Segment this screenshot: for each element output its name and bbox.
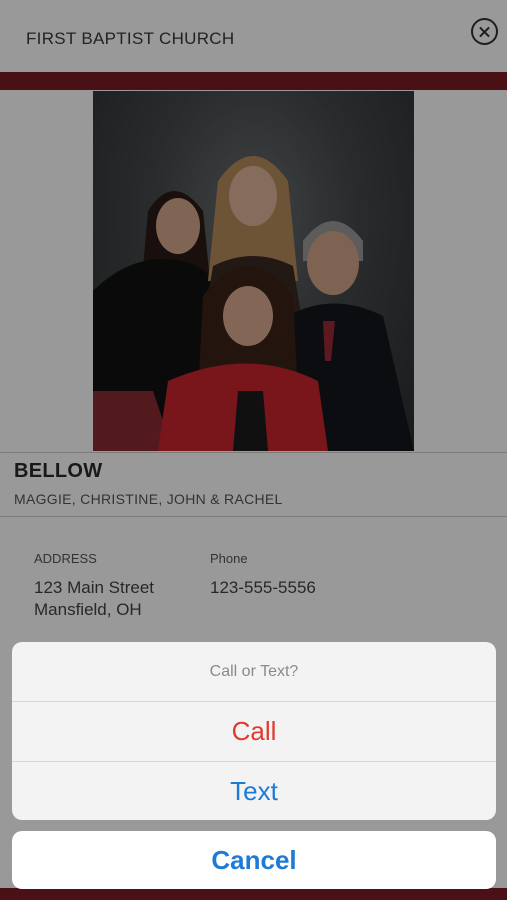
cancel-button[interactable]: Cancel [12, 831, 496, 889]
action-sheet-title: Call or Text? [209, 663, 299, 680]
text-button[interactable]: Text [12, 762, 496, 820]
call-button[interactable]: Call [12, 702, 496, 760]
action-sheet: Call or Text? Call Text [12, 642, 496, 820]
